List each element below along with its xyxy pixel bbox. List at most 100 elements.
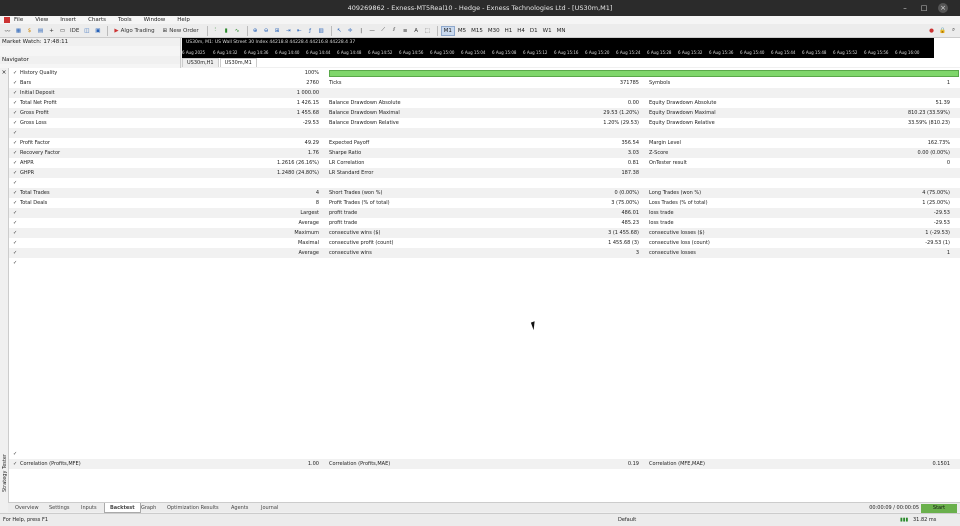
- market-watch-icon[interactable]: ▤: [36, 26, 45, 36]
- templates-icon[interactable]: ▥: [317, 26, 326, 36]
- indicators-icon[interactable]: ƒ: [306, 26, 315, 36]
- menu-file[interactable]: File: [14, 17, 23, 23]
- tab-overview[interactable]: Overview: [10, 503, 44, 513]
- vertical-line-icon[interactable]: |: [357, 26, 366, 36]
- timeframe-m1[interactable]: M1: [440, 25, 455, 36]
- depth-icon[interactable]: IDE: [69, 26, 80, 36]
- chart-canvas[interactable]: US30m, M1: US Wall Street 30 Index 44218…: [182, 38, 934, 58]
- check-icon: ✓: [13, 451, 18, 457]
- separator: [330, 25, 332, 36]
- metric-value: 2760: [306, 80, 319, 86]
- autoscroll-icon[interactable]: ⇥: [284, 26, 293, 36]
- text-icon[interactable]: A: [412, 26, 421, 36]
- chart-shift-icon[interactable]: ⇤: [295, 26, 304, 36]
- horizontal-line-icon[interactable]: —: [368, 26, 377, 36]
- menu-insert[interactable]: Insert: [60, 17, 76, 23]
- metric-label: Balance Drawdown Absolute: [329, 100, 401, 106]
- metric-label: Initial Deposit: [20, 90, 55, 96]
- timeframe-h4[interactable]: H4: [515, 26, 527, 36]
- channel-icon[interactable]: ⫽: [390, 26, 399, 36]
- separator: [206, 25, 208, 36]
- minimize-icon[interactable]: –: [900, 3, 910, 13]
- metric-value: 1 455.68: [296, 110, 319, 116]
- metric-label: AHPR: [20, 160, 34, 166]
- maximize-icon[interactable]: □: [919, 3, 929, 13]
- menu-window[interactable]: Window: [144, 17, 166, 23]
- start-button[interactable]: Start: [921, 504, 957, 513]
- lock-icon[interactable]: 🔒: [938, 26, 947, 36]
- menu-tools[interactable]: Tools: [118, 17, 132, 23]
- status-profile: Default: [618, 517, 637, 523]
- market-watch-title[interactable]: Market Watch: 17:48:11: [0, 38, 180, 46]
- report-row: ✓ Gross Profit 1 455.68 Balance Drawdown Ma…: [9, 108, 960, 118]
- tab-settings[interactable]: Settings: [44, 503, 75, 513]
- timeframe-m5[interactable]: M5: [456, 26, 468, 36]
- bar-chart-icon[interactable]: ⫶: [211, 26, 220, 36]
- editor-icon[interactable]: ◫: [82, 26, 91, 36]
- navigator-title[interactable]: Navigator: [0, 56, 180, 64]
- trend-line-icon[interactable]: ⟋: [379, 26, 388, 36]
- new-chart-icon[interactable]: ▦: [14, 26, 23, 36]
- menu-charts[interactable]: Charts: [88, 17, 106, 23]
- chart-tab-m1[interactable]: US30m,M1: [219, 58, 257, 67]
- tab-graph[interactable]: Graph: [136, 503, 161, 513]
- metric-value: 1.2616 (26.16%): [276, 160, 319, 166]
- tester-icon[interactable]: ▣: [93, 26, 102, 36]
- grid-icon[interactable]: ⊞: [273, 26, 282, 36]
- metric-value: 1.76: [307, 150, 319, 156]
- menu-help[interactable]: Help: [177, 17, 190, 23]
- timeframe-w1[interactable]: W1: [541, 26, 554, 36]
- candles-icon[interactable]: ▮: [222, 26, 231, 36]
- time-axis-label: 6 Aug 14:36: [244, 50, 269, 55]
- zoom-out-icon[interactable]: ⊖: [262, 26, 271, 36]
- metric-value: Largest: [300, 210, 319, 216]
- chart-type-icon[interactable]: 〰: [3, 26, 12, 36]
- metric-label: Symbols: [649, 80, 671, 86]
- new-order-button[interactable]: ⊞ New Order: [160, 26, 202, 36]
- data-window-icon[interactable]: +: [47, 26, 56, 36]
- check-icon: ✓: [13, 90, 18, 96]
- account-icon[interactable]: ●: [927, 26, 936, 36]
- metric-label: Ticks: [329, 80, 342, 86]
- metric-label: Total Deals: [20, 200, 48, 206]
- metric-label: Long Trades (won %): [649, 190, 702, 196]
- metric-value: 4 (75.00%): [922, 190, 950, 196]
- metric-label: Margin Level: [649, 140, 681, 146]
- tab-inputs[interactable]: Inputs: [76, 503, 102, 513]
- timeframe-mn[interactable]: MN: [555, 26, 568, 36]
- timeframe-d1[interactable]: D1: [528, 26, 540, 36]
- time-axis-label: 6 Aug 15:44: [771, 50, 796, 55]
- metric-label: Bars: [20, 80, 32, 86]
- algo-trading-button[interactable]: ▶ Algo Trading: [111, 26, 157, 36]
- backtest-report: ✓ History Quality 100% ✓ Bars 2760 Ticks 371…: [8, 68, 960, 502]
- crosshair-icon[interactable]: ✛: [346, 26, 355, 36]
- timeframe-h1[interactable]: H1: [503, 26, 515, 36]
- close-tester-icon[interactable]: ×: [0, 68, 8, 78]
- profiles-icon[interactable]: $: [25, 26, 34, 36]
- timeframe-m30[interactable]: M30: [486, 26, 502, 36]
- close-icon[interactable]: ×: [938, 3, 948, 13]
- chart-tab-h1[interactable]: US30m,H1: [182, 58, 219, 67]
- strategy-tester-side-label[interactable]: Strategy Tester: [0, 448, 8, 502]
- metric-label: consecutive losses: [649, 250, 696, 256]
- tab-agents[interactable]: Agents: [226, 503, 253, 513]
- menu-view[interactable]: View: [35, 17, 48, 23]
- zoom-in-icon[interactable]: ⊕: [251, 26, 260, 36]
- correlation-profits-mae-value: 0.19: [627, 461, 639, 467]
- time-axis-label: 6 Aug 14:56: [399, 50, 424, 55]
- tester-timer: 00:00:09 / 00:00:05: [869, 505, 919, 511]
- status-ping: 31.82 ms: [913, 517, 937, 523]
- metric-value: -29.53 (1): [925, 240, 950, 246]
- metric-label: Profit Trades (% of total): [329, 200, 390, 206]
- cursor-icon[interactable]: ↖: [335, 26, 344, 36]
- tab-optimization-results[interactable]: Optimization Results: [162, 503, 224, 513]
- fibonacci-icon[interactable]: ≡: [401, 26, 410, 36]
- line-chart-icon[interactable]: ∿: [233, 26, 242, 36]
- tab-journal[interactable]: Journal: [256, 503, 283, 513]
- metric-label: consecutive wins: [329, 250, 372, 256]
- search-icon[interactable]: ⌕: [949, 26, 958, 36]
- navigator-icon[interactable]: ▭: [58, 26, 67, 36]
- timeframe-m15[interactable]: M15: [469, 26, 485, 36]
- chart-area[interactable]: US30m, M1: US Wall Street 30 Index 44218…: [182, 38, 960, 67]
- shapes-icon[interactable]: ⬚: [423, 26, 432, 36]
